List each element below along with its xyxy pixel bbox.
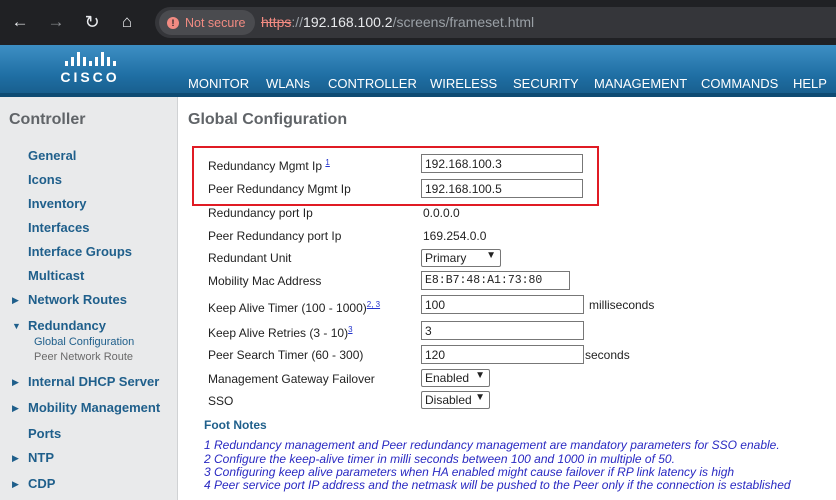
keep-alive-timer-label: Keep Alive Timer (100 - 1000)2, 3 [208,300,380,315]
redundant-unit-label: Redundant Unit [208,251,292,265]
sidebar-subitem-global-configuration[interactable]: Global Configuration [34,336,134,348]
foot-note: 4 Peer service port IP address and the n… [204,478,791,492]
menu-controller[interactable]: CONTROLLER [328,76,417,96]
sidebar-item-mobility-management[interactable]: Mobility Management [28,400,160,415]
label-text: Keep Alive Retries (3 - 10) [208,326,349,340]
mobility-mac-input[interactable] [421,271,570,290]
redundancy-mgmt-ip-label: Redundancy Mgmt Ip 1 [208,158,330,173]
label-text: Keep Alive Timer (100 - 1000) [208,301,367,315]
security-chip[interactable]: ! Not secure [159,10,256,35]
cisco-bars-icon [58,52,122,66]
mgmt-gateway-failover-select[interactable]: Enabled ▼ [421,369,490,387]
sidebar-subitem-peer-network-route[interactable]: Peer Network Route [34,351,133,363]
sidebar-item-internal-dhcp-server[interactable]: Internal DHCP Server [28,374,159,389]
redundancy-mgmt-ip-input[interactable] [421,154,583,173]
warning-icon: ! [167,16,179,29]
url-separator: :// [291,14,304,30]
expand-arrow-icon[interactable]: ▶ [12,377,19,388]
sidebar-item-interfaces[interactable]: Interfaces [28,220,89,235]
menu-wlans[interactable]: WLANs [266,76,310,91]
redundancy-port-ip-label: Redundancy port Ip [208,206,313,220]
foot-note: 2 Configure the keep-alive timer in mill… [204,452,675,466]
menu-wireless[interactable]: WIRELESS [430,76,497,91]
menu-monitor[interactable]: MONITOR [188,76,249,91]
url-scheme: https [261,14,292,30]
chevron-down-icon: ▼ [475,392,485,403]
footnote-link[interactable]: 3 [348,325,352,334]
cisco-logo: CISCO [58,52,122,85]
sidebar-item-interface-groups[interactable]: Interface Groups [28,244,132,259]
url-text[interactable]: https://192.168.100.2/screens/frameset.h… [261,14,534,30]
mobility-mac-label: Mobility Mac Address [208,274,322,288]
reload-icon[interactable]: ↻ [81,11,103,33]
menu-management[interactable]: MANAGEMENT [594,76,687,91]
chevron-down-icon: ▼ [486,250,496,261]
mgmt-gateway-failover-value: Enabled [425,371,470,385]
keep-alive-timer-input[interactable] [421,295,584,314]
keep-alive-timer-unit: milliseconds [589,298,655,312]
peer-redundancy-mgmt-ip-input[interactable] [421,179,583,198]
browser-toolbar: ← → ↻ ⌂ ! Not secure https://192.168.100… [0,0,836,45]
mgmt-gateway-failover-label: Management Gateway Failover [208,372,375,386]
sidebar-item-icons[interactable]: Icons [28,172,62,187]
expand-arrow-icon[interactable]: ▶ [12,403,19,414]
keep-alive-retries-input[interactable] [421,321,584,340]
redundant-unit-select[interactable]: Primary ▼ [421,249,501,267]
url-host: 192.168.100.2 [303,14,393,30]
sidebar: Controller General Icons Inventory Inter… [0,97,178,500]
menu-commands[interactable]: COMMANDS [701,76,778,91]
peer-search-timer-unit: seconds [585,348,630,362]
sidebar-item-ntp[interactable]: NTP [28,450,54,465]
expand-arrow-icon[interactable]: ▶ [12,295,19,306]
logo-text: CISCO [60,69,120,85]
home-icon[interactable]: ⌂ [116,11,138,33]
sidebar-item-cdp[interactable]: CDP [28,476,55,491]
sso-label: SSO [208,394,234,408]
sso-select[interactable]: Disabled ▼ [421,391,490,409]
foot-note: 1 Redundancy management and Peer redunda… [204,438,780,452]
expand-arrow-icon[interactable]: ▶ [12,453,19,464]
sidebar-item-multicast[interactable]: Multicast [28,268,84,283]
sidebar-title: Controller [9,111,86,128]
redundancy-port-ip-value: 0.0.0.0 [423,206,460,220]
menu-security[interactable]: SECURITY [513,76,579,91]
peer-redundancy-port-ip-label: Peer Redundancy port Ip [208,229,342,243]
page-title: Global Configuration [188,111,348,128]
menu-help[interactable]: HELP [793,76,827,91]
sidebar-item-ports[interactable]: Ports [28,426,61,441]
sidebar-item-redundancy[interactable]: Redundancy [28,318,106,333]
sidebar-item-inventory[interactable]: Inventory [28,196,87,211]
foot-notes-title: Foot Notes [204,418,267,432]
address-bar[interactable]: ! Not secure https://192.168.100.2/scree… [155,7,836,38]
sidebar-item-general[interactable]: General [28,148,76,163]
peer-search-timer-label: Peer Search Timer (60 - 300) [208,348,364,362]
peer-search-timer-input[interactable] [421,345,584,364]
foot-note: 3 Configuring keep alive parameters when… [204,465,735,479]
url-path: /screens/frameset.html [392,14,535,30]
keep-alive-retries-label: Keep Alive Retries (3 - 10)3 [208,325,353,340]
security-label: Not secure [185,15,246,30]
label-text: Redundancy Mgmt Ip [208,159,323,173]
redundant-unit-value: Primary [425,251,467,265]
app-header: CISCO MONITOR WLANs CONTROLLER WIRELESS … [0,45,836,97]
forward-arrow-icon[interactable]: → [45,11,67,33]
peer-redundancy-port-ip-value: 169.254.0.0 [423,229,487,243]
back-arrow-icon[interactable]: ← [9,11,31,33]
sidebar-item-network-routes[interactable]: Network Routes [28,292,127,307]
peer-redundancy-mgmt-ip-label: Peer Redundancy Mgmt Ip [208,182,351,196]
footnote-link[interactable]: 1 [325,158,329,167]
footnote-link[interactable]: 2, 3 [367,300,380,309]
chevron-down-icon: ▼ [475,370,485,381]
sso-value: Disabled [425,393,472,407]
expand-arrow-icon[interactable]: ▶ [12,479,19,490]
collapse-arrow-icon[interactable]: ▼ [12,321,21,331]
